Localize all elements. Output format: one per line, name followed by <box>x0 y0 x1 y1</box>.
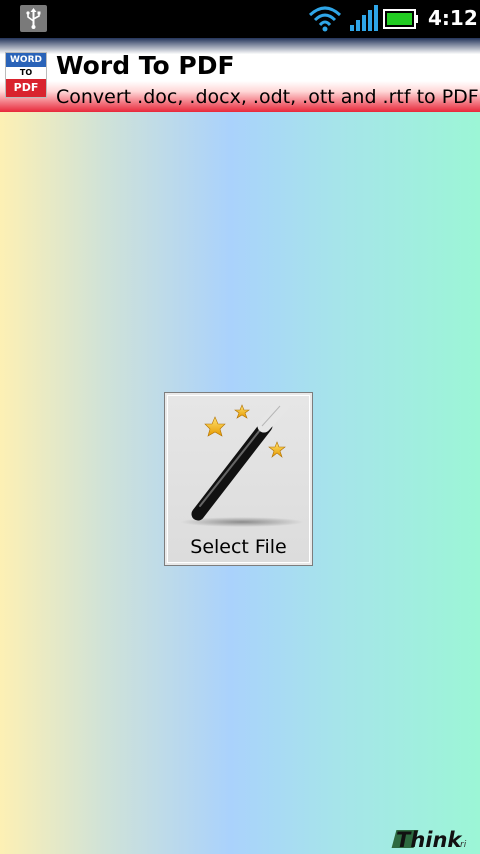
wifi-icon <box>308 6 342 32</box>
app-title: Word To PDF <box>56 51 235 80</box>
app-subtitle: Convert .doc, .docx, .odt, .ott and .rtf… <box>56 86 479 108</box>
app-header: WORD TO PDF Word To PDF Convert .doc, .d… <box>0 38 480 112</box>
select-file-button-face[interactable]: Select File <box>167 395 310 563</box>
logo-to-text: TO <box>6 67 46 79</box>
status-clock: 4:12 <box>428 6 478 30</box>
brand-text: Think <box>396 828 462 852</box>
app-logo: WORD TO PDF <box>5 52 47 98</box>
logo-pdf-text: PDF <box>6 79 46 97</box>
magic-wand-icon <box>180 402 303 527</box>
status-bar: 4:12 <box>0 0 480 38</box>
signal-icon <box>350 5 378 31</box>
main-content: Select File Think ri <box>0 112 480 854</box>
battery-icon <box>383 9 418 29</box>
select-file-label: Select File <box>190 536 287 558</box>
brand-logo: Think ri <box>390 826 480 854</box>
select-file-button[interactable]: Select File <box>164 392 313 566</box>
usb-icon <box>20 5 47 32</box>
brand-suffix: ri <box>460 840 467 850</box>
logo-word-text: WORD <box>6 53 46 67</box>
